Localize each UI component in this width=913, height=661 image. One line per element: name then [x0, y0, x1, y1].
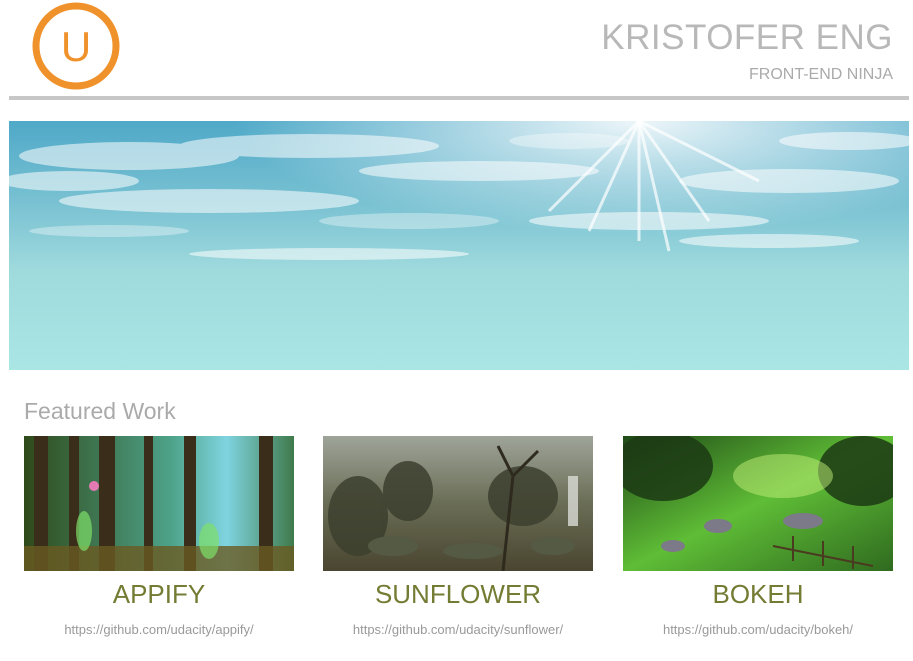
- project-title[interactable]: APPIFY: [24, 579, 294, 610]
- project-link[interactable]: https://github.com/udacity/bokeh/: [623, 622, 893, 637]
- hero-image: [9, 121, 909, 370]
- logo-icon: U: [32, 2, 120, 90]
- site-owner-subtitle: FRONT-END NINJA: [749, 66, 893, 83]
- site-owner-name: KRISTOFER ENG: [601, 18, 893, 57]
- project-link[interactable]: https://github.com/udacity/appify/: [24, 622, 294, 637]
- project-card-appify[interactable]: APPIFY https://github.com/udacity/appify…: [24, 436, 294, 651]
- project-card-sunflower[interactable]: SUNFLOWER https://github.com/udacity/sun…: [323, 436, 593, 651]
- project-title[interactable]: BOKEH: [623, 579, 893, 610]
- project-link[interactable]: https://github.com/udacity/sunflower/: [323, 622, 593, 637]
- swamp-painting: [323, 436, 593, 571]
- green-valley-painting: [623, 436, 893, 571]
- portfolio-page: U KRISTOFER ENG FRONT-END NINJA Featured…: [0, 0, 913, 661]
- logo-letter: U: [61, 23, 91, 70]
- udacity-logo[interactable]: U: [31, 1, 121, 91]
- header-divider: [9, 96, 909, 100]
- sky-image: [9, 121, 909, 370]
- project-thumbnail[interactable]: [24, 436, 294, 571]
- featured-work-heading: Featured Work: [24, 398, 176, 424]
- forest-painting: [24, 436, 294, 571]
- project-thumbnail[interactable]: [323, 436, 593, 571]
- project-thumbnail[interactable]: [623, 436, 893, 571]
- project-card-bokeh[interactable]: BOKEH https://github.com/udacity/bokeh/: [623, 436, 893, 651]
- project-title[interactable]: SUNFLOWER: [323, 579, 593, 610]
